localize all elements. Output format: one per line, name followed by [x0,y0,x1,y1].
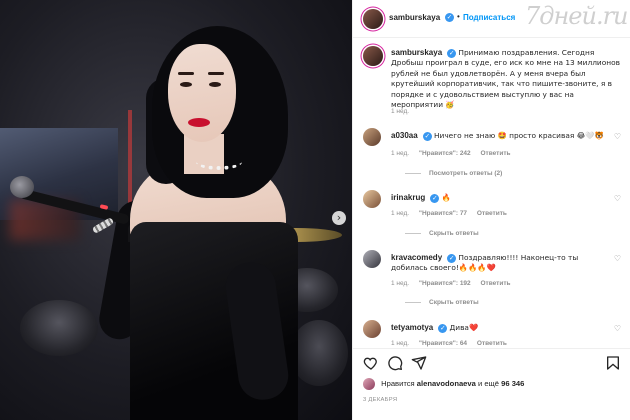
comment-text: Ничего не знаю 🤩 просто красивая 😂🤍🐯 [433,131,604,140]
microphone-head [10,176,34,198]
author-username[interactable]: samburskaya [389,13,440,22]
caption-avatar[interactable] [363,46,383,66]
mic-stand [128,110,132,210]
comment-line: kravacomedy ✓ Поздравляю!!!! Наконец-то … [391,253,613,273]
drum [20,300,98,356]
commenter-avatar[interactable] [363,128,381,146]
comment-line: a030aa ✓ Ничего не знаю 🤩 просто красива… [391,131,613,141]
eye [180,82,192,87]
commenter-avatar[interactable] [363,190,381,208]
reply-button[interactable]: Ответить [480,150,510,157]
caption-time: 1 нед. [391,108,410,115]
comment-time: 1 нед. [391,210,410,217]
likes-prefix: Нравится [381,379,415,388]
pearl-necklace [196,154,242,170]
verified-badge-icon: ✓ [438,323,448,333]
liker-avatar[interactable] [363,378,375,390]
red-lips [188,118,210,127]
post-photo[interactable]: › [0,0,352,420]
author-avatar[interactable] [363,9,383,29]
eyebrow [178,72,194,75]
comment-meta: 1 нед. "Нравится": 192 Ответить [391,280,519,287]
hide-replies-button[interactable]: Скрыть ответы [405,230,479,237]
liker-username[interactable]: alenavodonaeva [417,379,476,388]
comment-username[interactable]: a030aa [391,131,418,140]
bookmark-icon[interactable] [605,355,621,371]
verified-badge-icon: ✓ [445,13,454,22]
follow-button[interactable]: Подписаться [463,13,515,22]
chevron-right-icon: › [336,211,342,224]
comment-time: 1 нед. [391,150,410,157]
comment-like-heart-icon[interactable]: ♡ [614,194,621,203]
verified-badge-icon: ✓ [422,131,432,141]
separator-dot: • [457,12,460,21]
comment-time: 1 нед. [391,340,410,347]
comment-likes-count[interactable]: "Нравится": 77 [419,210,467,217]
verified-badge-icon: ✓ [430,193,440,203]
drum [290,320,348,386]
comment-likes-count[interactable]: "Нравится": 192 [419,280,471,287]
comment-username[interactable]: tetyamotya [391,323,433,332]
comment-text: Дива❤️ [449,323,479,332]
comment-meta: 1 нед. "Нравится": 77 Ответить [391,210,515,217]
face [168,44,236,142]
comment-like-heart-icon[interactable]: ♡ [614,132,621,141]
likes-middle: и ещё [477,379,500,388]
caption-text: samburskaya ✓ Принимаю поздравления. Сег… [391,48,627,110]
likes-summary: Нравится alenavodonaeva и ещё 96 346 [363,378,524,390]
comment-likes-count[interactable]: "Нравится": 64 [419,340,467,347]
comment-line: tetyamotya ✓ Дива❤️ [391,323,613,333]
heart-icon[interactable] [363,355,379,371]
comment-username[interactable]: irinakrug [391,193,425,202]
eyebrow [208,72,224,75]
reply-button[interactable]: Ответить [477,210,507,217]
post-side-panel: samburskaya ✓ • Подписаться 7дней.ru sam… [352,0,630,420]
verified-badge-icon: ✓ [447,48,457,58]
next-photo-button[interactable]: › [332,211,346,225]
comment-likes-count[interactable]: "Нравится": 242 [419,150,471,157]
share-icon[interactable] [411,355,427,371]
view-replies-button[interactable]: Посмотреть ответы (2) [405,170,502,177]
verified-badge-icon: ✓ [447,253,457,263]
commenter-avatar[interactable] [363,250,381,268]
eye [209,82,221,87]
post-actions-bar [353,348,630,374]
comment-icon[interactable] [387,355,403,371]
watermark-logo: 7дней.ru [525,2,629,30]
caption-body: Принимаю поздравления. Сегодня Дробыш пр… [391,48,620,110]
comment-text: 🔥 [441,193,451,202]
comment-line: irinakrug ✓ 🔥 [391,193,613,203]
comment-like-heart-icon[interactable]: ♡ [614,324,621,333]
reply-button[interactable]: Ответить [477,340,507,347]
comment-meta: 1 нед. "Нравится": 64 Ответить [391,340,515,347]
post-header: samburskaya ✓ • Подписаться 7дней.ru [353,0,630,38]
reply-button[interactable]: Ответить [480,280,510,287]
caption-username[interactable]: samburskaya [391,48,442,57]
comment-username[interactable]: kravacomedy [391,253,442,262]
commenter-avatar[interactable] [363,320,381,338]
post-date: 3 ДЕКАБРЯ [363,397,398,403]
comment-meta: 1 нед. "Нравится": 242 Ответить [391,150,519,157]
hide-replies-button[interactable]: Скрыть ответы [405,299,479,306]
comment-like-heart-icon[interactable]: ♡ [614,254,621,263]
comment-time: 1 нед. [391,280,410,287]
likes-count[interactable]: 96 346 [501,379,524,388]
